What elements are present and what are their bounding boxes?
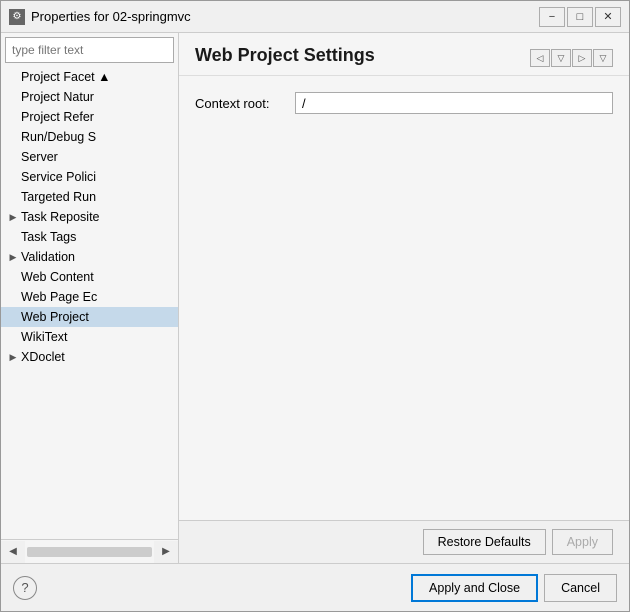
- sidebar-item-label: Server: [21, 150, 58, 164]
- filter-input[interactable]: [5, 37, 174, 63]
- sidebar-item-label: Web Project: [21, 310, 89, 324]
- sidebar-item-label: Targeted Run: [21, 190, 96, 204]
- restore-defaults-button[interactable]: Restore Defaults: [423, 529, 546, 555]
- title-bar: ⚙ Properties for 02-springmvc − □ ✕: [1, 1, 629, 33]
- sidebar-item-label: Task Reposite: [21, 210, 100, 224]
- window-controls: − □ ✕: [539, 7, 621, 27]
- properties-dialog: ⚙ Properties for 02-springmvc − □ ✕ Proj…: [0, 0, 630, 612]
- sidebar-item-project-facet[interactable]: Project Facet ▲: [1, 67, 178, 87]
- sidebar-item-label: Validation: [21, 250, 75, 264]
- sidebar-item-label: Service Polici: [21, 170, 96, 184]
- apply-and-close-button[interactable]: Apply and Close: [411, 574, 538, 602]
- expand-arrow-icon: ▶: [7, 211, 19, 223]
- sidebar-item-label: Web Page Ec: [21, 290, 97, 304]
- sidebar-item-wikitext[interactable]: WikiText: [1, 327, 178, 347]
- panel-header: Web Project Settings ◁ ▽ ▷ ▽: [179, 33, 629, 76]
- sidebar-item-xdoclet[interactable]: ▶XDoclet: [1, 347, 178, 367]
- minimize-button[interactable]: −: [539, 7, 565, 27]
- context-root-row: Context root:: [195, 92, 613, 114]
- sidebar-item-label: Project Refer: [21, 110, 94, 124]
- dialog-footer: ? Apply and Close Cancel: [1, 563, 629, 611]
- panel-nav-buttons: ◁ ▽ ▷ ▽: [530, 49, 613, 67]
- nav-back-button[interactable]: ◁: [530, 49, 550, 67]
- sidebar-item-label: Web Content: [21, 270, 94, 284]
- scroll-right-button[interactable]: ▶: [154, 541, 178, 563]
- tree-area: Project Facet ▲ Project Natur Project Refe…: [1, 67, 178, 539]
- scroll-left-button[interactable]: ◀: [1, 541, 25, 563]
- context-root-input[interactable]: [295, 92, 613, 114]
- nav-forward-button[interactable]: ▷: [572, 49, 592, 67]
- scroll-thumb[interactable]: [27, 547, 152, 557]
- maximize-button[interactable]: □: [567, 7, 593, 27]
- expand-arrow-icon: ▶: [7, 251, 19, 263]
- sidebar-item-project-nature[interactable]: Project Natur: [1, 87, 178, 107]
- sidebar-item-web-page-editor[interactable]: Web Page Ec: [1, 287, 178, 307]
- panel-body: Context root:: [179, 76, 629, 520]
- nav-forward-dropdown-button[interactable]: ▽: [593, 49, 613, 67]
- sidebar-item-web-content[interactable]: Web Content: [1, 267, 178, 287]
- sidebar: Project Facet ▲ Project Natur Project Refe…: [1, 33, 179, 563]
- window-title: Properties for 02-springmvc: [31, 9, 539, 24]
- sidebar-item-label: Run/Debug S: [21, 130, 96, 144]
- panel-footer: Restore Defaults Apply: [179, 520, 629, 563]
- dialog-actions: Apply and Close Cancel: [37, 574, 617, 602]
- main-panel: Web Project Settings ◁ ▽ ▷ ▽ Context roo…: [179, 33, 629, 563]
- sidebar-item-label: WikiText: [21, 330, 68, 344]
- sidebar-bottom: ◀ ▶: [1, 539, 178, 563]
- sidebar-item-label: XDoclet: [21, 350, 65, 364]
- sidebar-item-task-tags[interactable]: Task Tags: [1, 227, 178, 247]
- apply-button[interactable]: Apply: [552, 529, 613, 555]
- close-button[interactable]: ✕: [595, 7, 621, 27]
- sidebar-item-label: Task Tags: [21, 230, 76, 244]
- sidebar-item-task-repositories[interactable]: ▶Task Reposite: [1, 207, 178, 227]
- help-button[interactable]: ?: [13, 576, 37, 600]
- sidebar-item-run-debug[interactable]: Run/Debug S: [1, 127, 178, 147]
- sidebar-item-targeted-run[interactable]: Targeted Run: [1, 187, 178, 207]
- context-root-label: Context root:: [195, 96, 295, 111]
- nav-back-dropdown-button[interactable]: ▽: [551, 49, 571, 67]
- panel-title: Web Project Settings: [195, 45, 375, 66]
- sidebar-item-label: Project Facet ▲: [21, 70, 110, 84]
- sidebar-item-label: Project Natur: [21, 90, 94, 104]
- content-area: Project Facet ▲ Project Natur Project Refe…: [1, 33, 629, 563]
- cancel-button[interactable]: Cancel: [544, 574, 617, 602]
- sidebar-item-service-policies[interactable]: Service Polici: [1, 167, 178, 187]
- sidebar-item-web-project[interactable]: Web Project: [1, 307, 178, 327]
- app-icon: ⚙: [9, 9, 25, 25]
- sidebar-item-server[interactable]: Server: [1, 147, 178, 167]
- sidebar-item-validation[interactable]: ▶Validation: [1, 247, 178, 267]
- sidebar-item-project-references[interactable]: Project Refer: [1, 107, 178, 127]
- expand-arrow-icon: ▶: [7, 351, 19, 363]
